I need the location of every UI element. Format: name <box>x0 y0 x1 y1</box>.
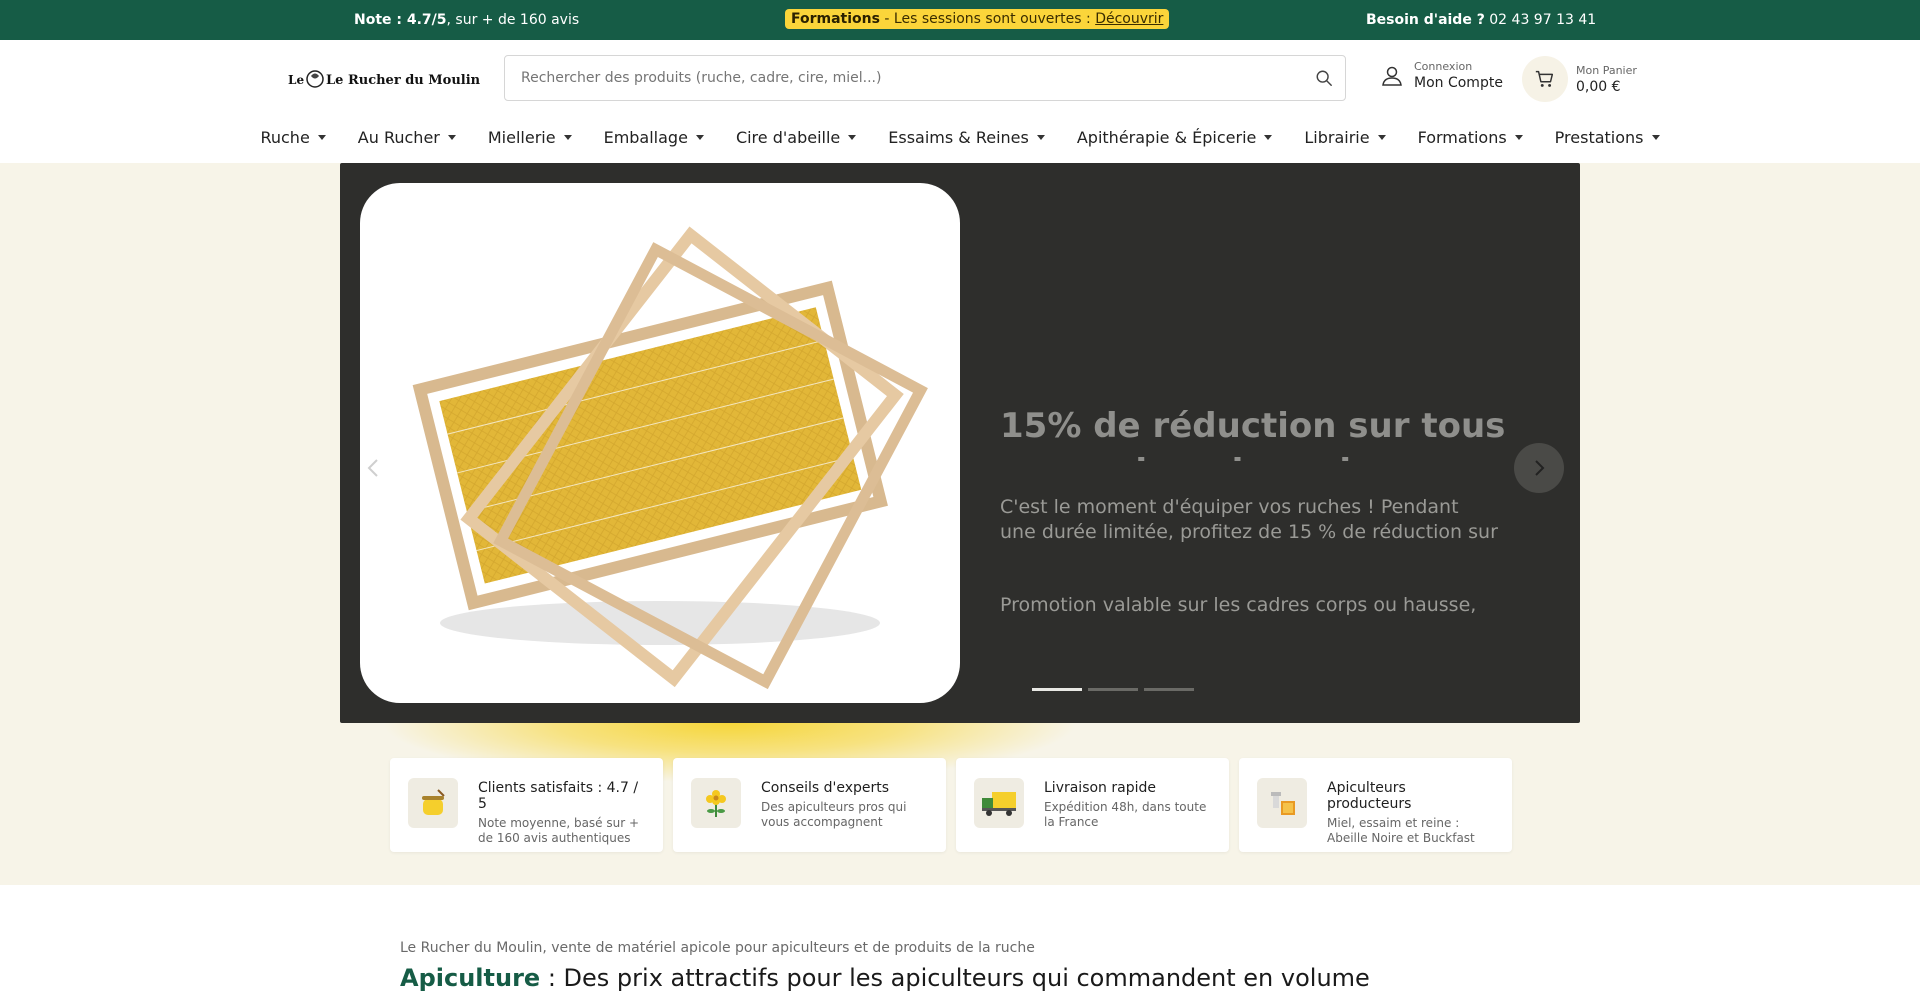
main-nav: Ruche Au Rucher Miellerie Emballage Cire… <box>0 112 1920 163</box>
rating-value: Note : 4.7/5 <box>354 12 447 28</box>
slider-dot-2[interactable] <box>1088 688 1138 691</box>
honey-pot-icon <box>408 778 458 828</box>
truck-icon <box>974 778 1024 828</box>
feature-desc: Des apiculteurs pros qui vous accompagne… <box>761 800 907 829</box>
intro-subtitle: Le Rucher du Moulin, vente de matériel a… <box>400 940 1035 956</box>
slide-text: C'est le moment d'équiper vos ruches ! P… <box>1000 496 1498 543</box>
cart-total: 0,00 € <box>1576 78 1621 95</box>
feature-card: Livraison rapide Expédition 48h, dans to… <box>956 758 1229 852</box>
slider-next-button[interactable] <box>1514 443 1564 493</box>
account-big-label: Mon Compte <box>1414 75 1503 91</box>
feature-title: Apiculteurs producteurs <box>1327 780 1412 812</box>
site-logo[interactable]: Le Le Rucher du Moulin <box>288 68 488 90</box>
hive-frames-image <box>412 226 928 690</box>
chevron-down-icon <box>1651 135 1660 140</box>
help-notice: Besoin d'aide ? 02 43 97 13 41 <box>1366 12 1596 28</box>
chevron-down-icon <box>1264 135 1273 140</box>
feature-card: Clients satisfaits : 4.7 / 5 Note moyenn… <box>390 758 663 852</box>
chevron-down-icon <box>695 135 704 140</box>
top-bar: Note : 4.7/5, sur + de 160 avis Formatio… <box>0 0 1920 40</box>
nav-item-emballage[interactable]: Emballage <box>588 128 720 147</box>
hero-section: 15% de réduction sur tous nos cadres de … <box>0 163 1920 885</box>
nav-item-formations[interactable]: Formations <box>1402 128 1539 147</box>
feature-title: Conseils d'experts <box>761 780 890 796</box>
nav-item-miellerie[interactable]: Miellerie <box>472 128 588 147</box>
account-small-label: Connexion <box>1414 60 1473 73</box>
nav-item-cire[interactable]: Cire d'abeille <box>720 128 872 147</box>
user-icon <box>1382 66 1402 86</box>
intro-heading: Apiculture : Des prix attractifs pour le… <box>400 964 1370 992</box>
flower-icon <box>691 778 741 828</box>
svg-text:Le: Le <box>288 73 304 87</box>
chevron-down-icon <box>563 135 572 140</box>
nav-item-au-rucher[interactable]: Au Rucher <box>342 128 472 147</box>
slide-image <box>360 183 960 703</box>
search-icon[interactable] <box>1315 69 1333 87</box>
intro-heading-rest: : Des prix attractifs pour les apiculteu… <box>540 964 1370 992</box>
feature-title: Livraison rapide <box>1044 780 1156 796</box>
logo-mark: Le Le Rucher du Moulin <box>288 70 481 88</box>
chevron-down-icon <box>447 135 456 140</box>
chevron-down-icon <box>1514 135 1523 140</box>
chevron-down-icon <box>317 135 326 140</box>
search-input[interactable] <box>505 56 1285 100</box>
slider-dot-3[interactable] <box>1144 688 1194 691</box>
nav-item-apitherapie[interactable]: Apithérapie & Épicerie <box>1061 128 1289 147</box>
site-header: Le Le Rucher du Moulin Connexion Mon Com… <box>0 40 1920 112</box>
phone-number[interactable]: 02 43 97 13 41 <box>1485 12 1596 28</box>
slide-title: 15% de réduction sur tous nos cadres de … <box>1000 406 1506 461</box>
search-box[interactable] <box>504 55 1346 101</box>
nav-item-essaims[interactable]: Essaims & Reines <box>872 128 1061 147</box>
feature-desc: Miel, essaim et reine : Abeille Noire et… <box>1327 816 1475 845</box>
slide-text-2: Promotion valable sur les cadres corps o… <box>1000 594 1477 616</box>
honey-jar-icon <box>1257 778 1307 828</box>
feature-title: Clients satisfaits : 4.7 / 5 <box>478 780 639 812</box>
nav-item-ruche[interactable]: Ruche <box>244 128 341 147</box>
discover-link[interactable]: Découvrir <box>1095 11 1163 27</box>
chevron-down-icon <box>1036 135 1045 140</box>
logo-text: Le Rucher du Moulin <box>326 73 481 88</box>
slider-dot-1[interactable] <box>1032 688 1082 691</box>
formations-label: Formations <box>791 11 880 27</box>
chevron-right-icon <box>1535 460 1545 476</box>
chevron-down-icon <box>1377 135 1386 140</box>
feature-strip: Clients satisfaits : 4.7 / 5 Note moyenn… <box>390 758 1512 852</box>
chevron-left-icon <box>367 459 378 477</box>
intro-section: Le Rucher du Moulin, vente de matériel a… <box>400 940 1370 992</box>
promo-slider: 15% de réduction sur tous nos cadres de … <box>340 163 1580 723</box>
formations-text: - Les sessions sont ouvertes : <box>879 11 1096 27</box>
intro-heading-bold: Apiculture <box>400 964 541 992</box>
formations-banner: Formations - Les sessions sont ouvertes … <box>785 9 1170 29</box>
feature-card: Conseils d'experts Des apiculteurs pros … <box>673 758 946 852</box>
nav-item-librairie[interactable]: Librairie <box>1288 128 1401 147</box>
rating-count: , sur + de 160 avis <box>446 12 580 28</box>
feature-desc: Note moyenne, basé sur + de 160 avis aut… <box>478 816 640 845</box>
account-link[interactable]: Connexion Mon Compte <box>1380 60 1503 91</box>
cart-icon-wrap <box>1522 56 1568 102</box>
cart-icon <box>1535 70 1554 87</box>
feature-card: Apiculteurs producteurs Miel, essaim et … <box>1239 758 1512 852</box>
cart-small-label: Mon Panier <box>1576 63 1637 77</box>
help-label: Besoin d'aide ? <box>1366 12 1485 28</box>
slider-prev-button[interactable] <box>356 451 390 485</box>
rating-notice: Note : 4.7/5, sur + de 160 avis <box>354 12 579 28</box>
cart-link[interactable]: Mon Panier 0,00 € <box>1522 56 1637 102</box>
nav-item-prestations[interactable]: Prestations <box>1539 128 1676 147</box>
feature-desc: Expédition 48h, dans toute la France <box>1044 800 1207 829</box>
chevron-down-icon <box>848 135 857 140</box>
slider-dots <box>1032 688 1194 691</box>
